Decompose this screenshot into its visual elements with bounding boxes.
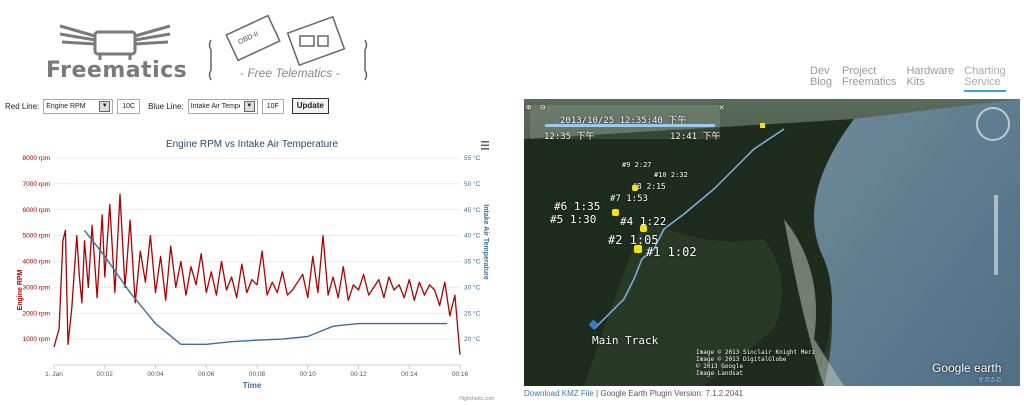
x-tick-label: 00:12 xyxy=(350,371,367,378)
x-tick-label: 00:16 xyxy=(452,371,469,378)
y-right-tick-label: 20 °C xyxy=(464,335,481,343)
red-line-ticks-input[interactable]: 10C xyxy=(117,98,141,114)
y-right-tick-label: 45 °C xyxy=(464,206,481,214)
x-tick-label: 1. Jan xyxy=(45,371,63,378)
placemark-icon[interactable] xyxy=(634,245,642,253)
track-label: Main Track xyxy=(592,334,659,347)
nav-project-freematics[interactable]: Project Freematics xyxy=(842,66,896,92)
top-nav: Dev Blog Project Freematics Hardware Kits C… xyxy=(810,66,1016,92)
waypoint-label: #1 1:02 xyxy=(646,245,697,259)
placemark-icon[interactable] xyxy=(640,225,647,232)
download-kmz-link[interactable]: Download KMZ File xyxy=(524,389,594,398)
imagery-credits: Image © 2013 Sinclair Knight Merz Image ©… xyxy=(696,349,816,377)
usage-terms-link[interactable]: 使用条款 xyxy=(978,375,1002,384)
y-left-tick-label: 6000 rpm xyxy=(23,207,50,214)
red-line-label: Red Line: xyxy=(5,101,40,111)
time-slider-track[interactable] xyxy=(545,124,715,127)
zoom-slider[interactable] xyxy=(994,195,998,275)
y-left-tick-label: 1000 rpm xyxy=(23,336,50,343)
nav-dev-blog[interactable]: Dev Blog xyxy=(810,66,832,92)
nav-charting-service[interactable]: Charting Service xyxy=(964,66,1006,92)
waypoint-label: #2 1:05 xyxy=(608,233,659,247)
engine-rpm-line xyxy=(53,193,461,355)
y-left-tick-label: 8000 rpm xyxy=(23,155,50,162)
x-tick-label: 00:10 xyxy=(300,371,317,378)
x-axis-label: Time xyxy=(243,381,262,390)
map-footer: Download KMZ File | Google Earth Plugin … xyxy=(524,389,744,398)
red-line-select[interactable]: Engine RPM ▼ xyxy=(43,98,114,114)
update-button[interactable]: Update xyxy=(291,98,329,114)
x-tick-label: 00:06 xyxy=(198,371,215,378)
compass-icon[interactable] xyxy=(976,107,1010,141)
chevron-down-icon: ▼ xyxy=(99,100,111,112)
zoom-in-icon[interactable]: ⊕ xyxy=(526,103,531,113)
y-left-tick-label: 5000 rpm xyxy=(23,233,50,240)
x-tick-label: 00:02 xyxy=(97,371,114,378)
chart-credit: Highcharts.com xyxy=(459,396,494,402)
y-right-tick-label: 50 °C xyxy=(464,180,481,188)
time-slider-panel[interactable]: 2013/10/25 12:35:40 下午 12:35 下午 12:41 下午 xyxy=(530,105,721,142)
rpm-temp-chart: Engine RPM vs Intake Air Temperature 100… xyxy=(17,139,494,402)
waypoint-label: #7 1:53 xyxy=(610,194,648,204)
y-right-axis-label: Intake Air Temperature xyxy=(482,204,489,280)
y-right-tick-label: 55 °C xyxy=(464,154,481,162)
waypoint-label: #9 2:27 xyxy=(622,161,652,169)
waypoint-label: #5 1:30 xyxy=(550,213,597,226)
y-right-tick-label: 40 °C xyxy=(464,232,481,240)
y-left-tick-label: 2000 rpm xyxy=(23,310,50,317)
x-tick-label: 00:08 xyxy=(249,371,266,378)
waypoint-label: #10 2:32 xyxy=(654,171,688,179)
brand-name: Freematics xyxy=(46,58,188,83)
y-right-tick-label: 25 °C xyxy=(464,309,481,317)
waypoint-label: #6 1:35 xyxy=(554,200,601,213)
y-left-tick-label: 7000 rpm xyxy=(23,181,50,188)
zoom-out-icon[interactable]: ⊖ xyxy=(540,103,545,113)
plugin-version: Google Earth Plugin Version: 7.1.2.2041 xyxy=(600,389,744,398)
chevron-down-icon: ▼ xyxy=(243,100,255,112)
placemark-icon[interactable] xyxy=(760,123,765,128)
chart-menu-icon[interactable] xyxy=(481,141,489,150)
close-icon[interactable]: ✕ xyxy=(719,103,724,113)
obd-label: OBD-II xyxy=(237,31,259,46)
google-earth-logo: Google earth xyxy=(932,361,1002,375)
blue-line-ticks-input[interactable]: 10F xyxy=(261,98,284,114)
time-start-label: 12:35 下午 xyxy=(544,132,595,142)
y-right-tick-label: 30 °C xyxy=(464,283,481,291)
blue-line-label: Blue Line: xyxy=(148,101,184,111)
y-left-axis-label: Engine RPM xyxy=(17,269,24,310)
y-left-tick-label: 3000 rpm xyxy=(23,284,50,291)
chart-controls: Red Line: Engine RPM ▼ 10C Blue Line: Int… xyxy=(5,98,329,114)
y-left-tick-label: 4000 rpm xyxy=(23,259,50,266)
placemark-icon[interactable] xyxy=(612,209,619,216)
time-end-label: 12:41 下午 xyxy=(670,132,721,142)
nav-hardware-kits[interactable]: Hardware Kits xyxy=(906,66,954,92)
blue-line-select[interactable]: Intake Air Temperat▼ xyxy=(187,98,258,114)
x-tick-label: 00:04 xyxy=(147,371,164,378)
brand-tagline: - Free Telematics - xyxy=(240,66,340,80)
placemark-icon[interactable] xyxy=(632,185,638,191)
x-tick-label: 00:14 xyxy=(401,371,418,378)
y-right-tick-label: 35 °C xyxy=(464,258,481,266)
chart-title: Engine RPM vs Intake Air Temperature xyxy=(166,139,339,150)
google-earth-map[interactable]: 2013/10/25 12:35:40 下午 12:35 下午 12:41 下午… xyxy=(524,99,1020,386)
